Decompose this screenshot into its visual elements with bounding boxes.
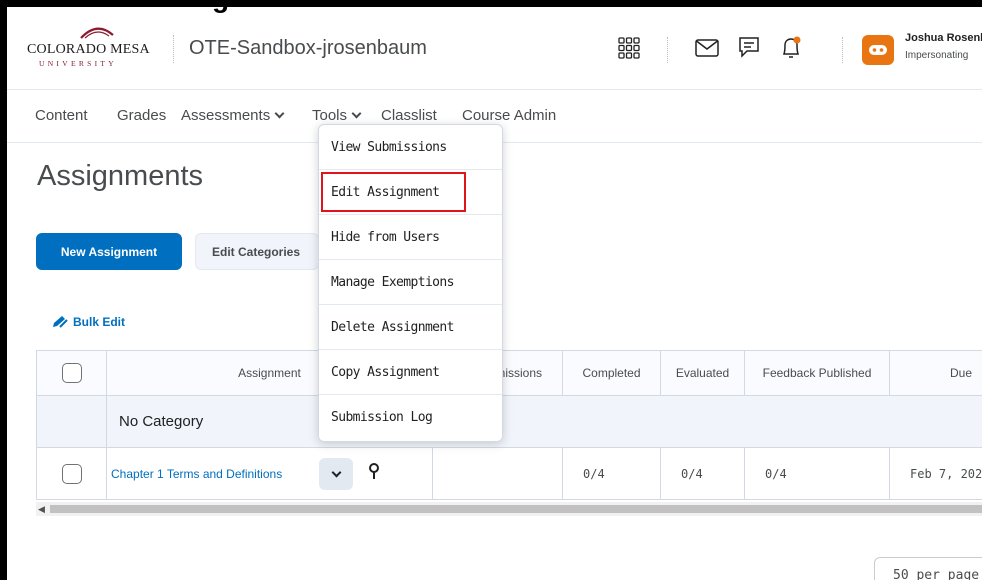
nav-assessments-label: Assessments <box>181 107 271 124</box>
per-page-select[interactable]: 50 per page <box>874 557 982 580</box>
user-name[interactable]: Joshua Rosenb <box>905 32 982 44</box>
chevron-down-icon <box>274 108 285 119</box>
menu-item-submission-log[interactable]: Submission Log <box>319 395 502 440</box>
column-header-feedback-published[interactable]: Feedback Published <box>745 351 890 395</box>
user-role: Impersonating <box>905 50 969 61</box>
submissions-cell <box>433 448 563 499</box>
logo-mountain-icon <box>80 27 114 39</box>
category-spacer-cell <box>37 396 107 447</box>
nav-course-admin[interactable]: Course Admin <box>462 107 556 124</box>
header-divider <box>667 37 668 63</box>
menu-item-copy-assignment[interactable]: Copy Assignment <box>319 350 502 395</box>
bulk-edit-link[interactable]: Bulk Edit <box>51 315 125 329</box>
row-checkbox[interactable] <box>61 463 82 484</box>
nav-tools-label: Tools <box>312 107 348 124</box>
assignment-cell: Chapter 1 Terms and Definitions <box>107 448 433 499</box>
nav-tools[interactable]: Tools <box>312 107 362 124</box>
pencil-icon <box>53 316 68 328</box>
menu-item-view-submissions[interactable]: View Submissions <box>319 125 502 170</box>
assignment-link[interactable]: Chapter 1 Terms and Definitions <box>107 467 282 481</box>
table-header-row: Assignment nissions Completed Evaluated … <box>36 350 982 396</box>
university-logo[interactable]: COLORADO MESA UNIVERSITY <box>27 23 161 73</box>
assignment-actions-button[interactable] <box>319 458 353 490</box>
select-all-checkbox[interactable] <box>61 363 82 383</box>
waffle-icon[interactable] <box>615 34 643 62</box>
top-header: COLORADO MESA UNIVERSITY OTE-Sandbox-jro… <box>7 7 982 90</box>
frame-left-border <box>0 0 7 580</box>
menu-item-manage-exemptions[interactable]: Manage Exemptions <box>319 260 502 305</box>
scrollbar-thumb[interactable] <box>50 505 982 513</box>
column-header-completed[interactable]: Completed <box>563 351 661 395</box>
frame-top-border <box>0 0 982 7</box>
header-divider <box>842 37 843 63</box>
bulk-edit-label: Bulk Edit <box>73 315 126 329</box>
bell-icon[interactable] <box>777 34 805 62</box>
scroll-left-arrow-icon[interactable]: ◀ <box>38 502 45 516</box>
table-row: Chapter 1 Terms and Definitions 0/4 0/4 … <box>36 448 982 500</box>
screenshot-frame: COLORADO MESA UNIVERSITY OTE-Sandbox-jro… <box>0 0 982 580</box>
chevron-down-icon <box>351 108 362 119</box>
column-header-evaluated[interactable]: Evaluated <box>661 351 745 395</box>
column-header-due[interactable]: Due <box>890 351 982 395</box>
logo-main-text: COLORADO MESA <box>27 42 150 57</box>
feedback-published-cell: 0/4 <box>745 448 890 499</box>
horizontal-scrollbar[interactable]: ◀ <box>36 502 982 516</box>
envelope-icon[interactable] <box>693 34 721 62</box>
course-title[interactable]: OTE-Sandbox-jrosenbaum <box>189 37 427 60</box>
nav-content[interactable]: Content <box>35 107 88 124</box>
chat-icon[interactable] <box>735 34 763 62</box>
nav-grades[interactable]: Grades <box>117 107 166 124</box>
completed-cell: 0/4 <box>563 448 661 499</box>
menu-item-hide-from-users[interactable]: Hide from Users <box>319 215 502 260</box>
category-label: No Category <box>119 413 204 430</box>
header-divider <box>173 35 174 63</box>
cut-off-title-fragment: g <box>212 0 229 14</box>
nav-assessments[interactable]: Assessments <box>181 107 285 124</box>
menu-item-delete-assignment[interactable]: Delete Assignment <box>319 305 502 350</box>
evaluated-cell: 0/4 <box>661 448 745 499</box>
chevron-down-icon <box>331 467 341 477</box>
logo-sub-text: UNIVERSITY <box>39 59 117 68</box>
row-select-cell <box>37 448 107 499</box>
annotation-highlight-box <box>321 172 466 212</box>
nav-classlist[interactable]: Classlist <box>381 107 437 124</box>
due-date-cell: Feb 7, 2021 <box>910 466 982 481</box>
page-title: Assignments <box>37 160 204 192</box>
user-avatar[interactable] <box>862 35 894 65</box>
edit-categories-button[interactable]: Edit Categories <box>195 233 319 270</box>
pin-icon <box>369 463 379 479</box>
header-select-cell <box>37 351 107 395</box>
category-row: No Category <box>36 396 982 448</box>
new-assignment-button[interactable]: New Assignment <box>36 233 182 270</box>
